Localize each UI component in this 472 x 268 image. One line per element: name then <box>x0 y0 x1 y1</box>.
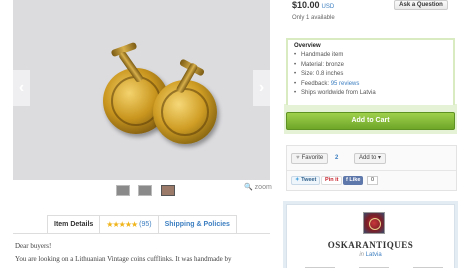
add-to-list-button[interactable]: Add to ▾ <box>354 153 387 164</box>
facebook-like-label: Like <box>349 177 361 183</box>
tab-shipping-policies[interactable]: Shipping & Policies <box>158 215 237 233</box>
magnifier-icon: 🔍 <box>244 184 253 191</box>
tweet-label: Tweet <box>301 177 317 183</box>
description-line-1: Dear buyers! <box>15 242 52 250</box>
facebook-like-count: 0 <box>367 176 379 185</box>
star-rating-icon: ★★★★★ <box>106 219 138 229</box>
shop-logo-icon[interactable] <box>363 212 385 234</box>
thumbnail-2[interactable] <box>138 185 153 196</box>
previous-image-arrow-icon[interactable]: ‹ <box>13 70 30 106</box>
thumbnail-3[interactable] <box>160 185 175 196</box>
favorite-button[interactable]: ♥ Favorite <box>291 153 329 164</box>
overview-heading: Overview <box>294 43 321 49</box>
zoom-link[interactable]: 🔍 zoom <box>244 183 272 191</box>
tab-divider <box>13 233 270 234</box>
feedback-reviews-link[interactable]: 95 reviews <box>331 81 360 87</box>
social-panel: ♥ Favorite 2 Add to ▾ ✦ Tweet Pin it f Li… <box>286 145 457 191</box>
overview-panel: Overview Handmade item Material: bronze … <box>286 38 455 105</box>
ask-question-button[interactable]: Ask a Question <box>394 0 448 10</box>
add-to-cart-button[interactable]: Add to Cart <box>286 112 455 130</box>
item-description: Dear buyers! You are looking on a Lithua… <box>15 240 270 266</box>
facebook-f-icon: f <box>346 177 348 183</box>
description-line-2: You are looking on a Lithuanian Vintage … <box>15 255 232 263</box>
overview-list: Handmade item Material: bronze Size: 0.8… <box>294 51 447 99</box>
overview-item: Size: 0.8 inches <box>294 70 447 80</box>
tab-item-details[interactable]: Item Details <box>47 215 101 233</box>
overview-item: Material: bronze <box>294 61 447 71</box>
favorite-label: Favorite <box>301 155 324 161</box>
facebook-like-button[interactable]: f Like <box>343 176 364 185</box>
chevron-down-icon: ▾ <box>378 155 382 161</box>
item-tabs: Item Details ★★★★★ (95) Shipping & Polic… <box>47 215 237 233</box>
thumbnail-1[interactable] <box>116 185 130 196</box>
reviews-count: (95) <box>139 220 152 228</box>
coin-cufflink-right <box>153 80 217 144</box>
overview-item-feedback: Feedback: 95 reviews <box>294 80 447 90</box>
twitter-bird-icon: ✦ <box>295 177 300 183</box>
tab-reviews[interactable]: ★★★★★ (95) <box>100 215 159 233</box>
shop-panel: OSKARANTIQUES in Latvia <box>283 201 458 268</box>
shop-name-link[interactable]: OSKARANTIQUES <box>287 240 454 250</box>
shop-location-prefix: in <box>359 252 364 258</box>
overview-item: Ships worldwide from Latvia <box>294 89 447 99</box>
overview-item: Handmade item <box>294 51 447 61</box>
price-amount: $10.00 <box>292 0 320 10</box>
feedback-label: Feedback: <box>301 80 331 87</box>
thumbnail-strip <box>116 183 179 197</box>
shop-location-link[interactable]: Latvia <box>366 252 382 258</box>
add-to-label: Add to <box>359 155 377 161</box>
shop-card: OSKARANTIQUES in Latvia <box>286 204 455 268</box>
listing-page: ‹ › 🔍 zoom Item Details ★★★★★ (95) Shipp… <box>0 0 472 268</box>
next-image-arrow-icon[interactable]: › <box>253 70 270 106</box>
price: $10.00 USD <box>292 0 334 10</box>
tweet-button[interactable]: ✦ Tweet <box>291 176 321 185</box>
favorite-count[interactable]: 2 <box>335 153 338 164</box>
zoom-label: zoom <box>254 184 272 191</box>
currency-label: USD <box>321 4 335 10</box>
main-product-image[interactable]: ‹ › <box>13 0 270 180</box>
shop-location: in Latvia <box>287 252 454 258</box>
pinterest-pin-button[interactable]: Pin it <box>321 176 343 185</box>
availability-text: Only 1 available <box>292 15 335 21</box>
social-divider <box>287 170 456 171</box>
heart-icon: ♥ <box>296 155 300 161</box>
